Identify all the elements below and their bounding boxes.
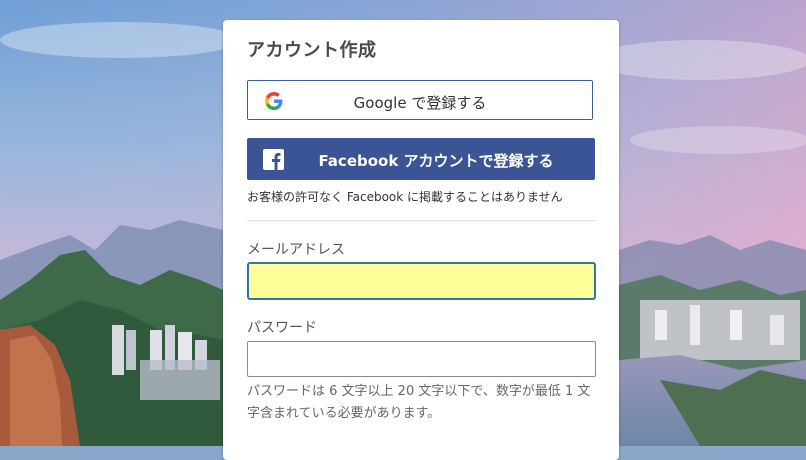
password-label: パスワード bbox=[247, 320, 317, 336]
divider bbox=[247, 220, 595, 221]
facebook-button-label: Facebook アカウントで登録する bbox=[318, 152, 554, 170]
page-title: アカウント作成 bbox=[247, 40, 377, 61]
facebook-signup-button[interactable]: Facebook アカウントで登録する bbox=[247, 138, 595, 180]
email-field[interactable] bbox=[247, 262, 596, 300]
facebook-privacy-note: お客様の許可なく Facebook に掲載することはありません bbox=[247, 190, 563, 204]
password-field[interactable] bbox=[247, 341, 596, 377]
google-button-label: Google で登録する bbox=[353, 94, 487, 112]
google-signup-button[interactable]: Google で登録する bbox=[247, 80, 593, 120]
signup-card: アカウント作成 Google で登録する Facebook アカウントで登録する… bbox=[223, 20, 619, 460]
email-label: メールアドレス bbox=[247, 242, 345, 258]
password-hint: パスワードは 6 文字以上 20 文字以下で、数字が最低 1 文字含まれている必… bbox=[247, 384, 591, 421]
